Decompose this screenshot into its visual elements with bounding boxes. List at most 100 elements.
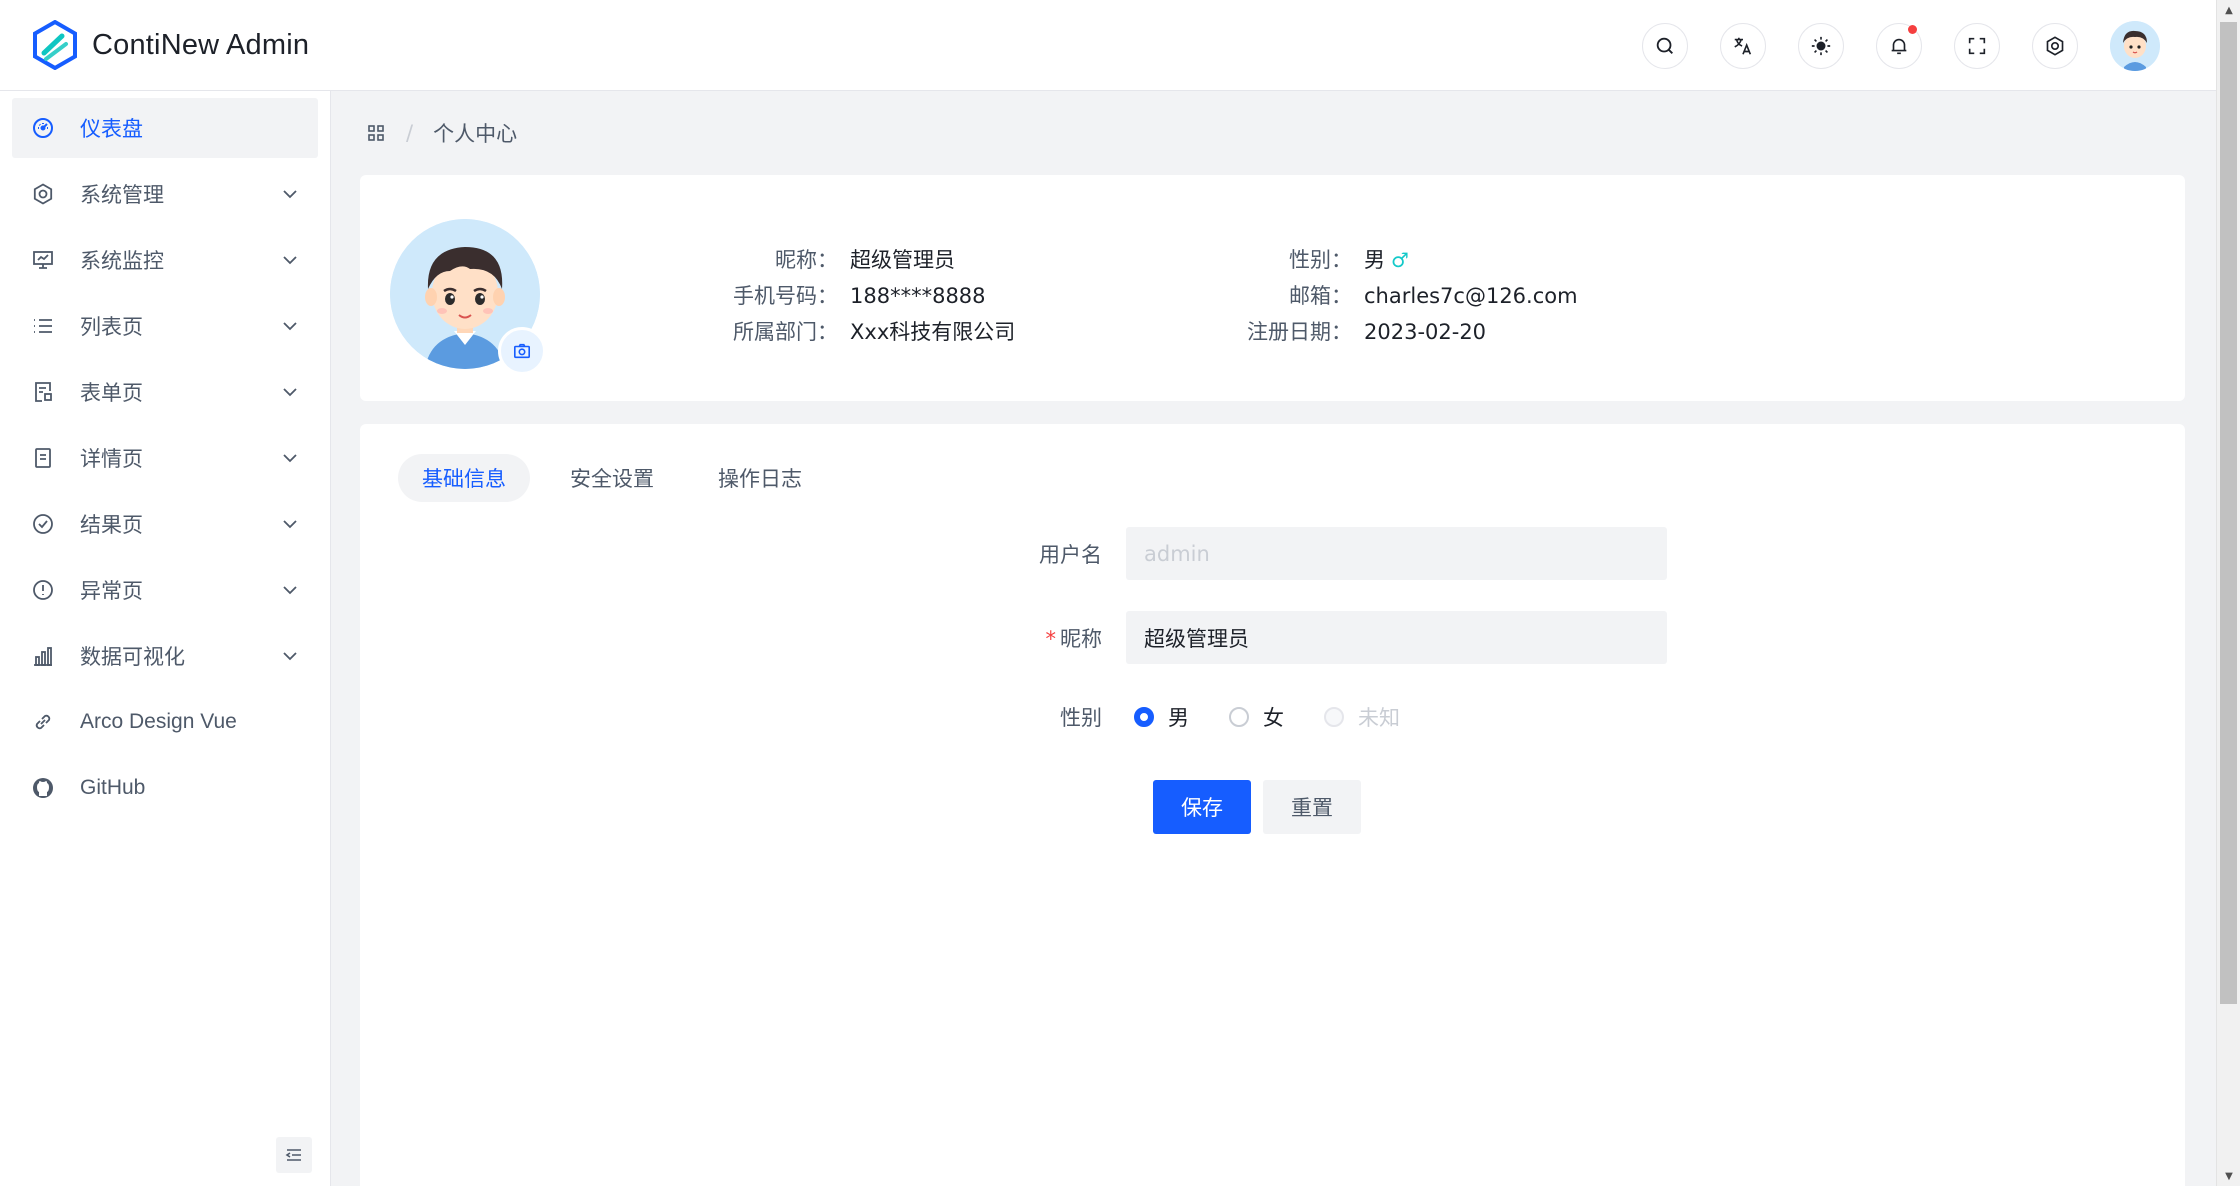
- sidebar-item-label: Arco Design Vue: [80, 710, 237, 733]
- window-scrollbar[interactable]: ▲ ▼: [2216, 0, 2240, 1186]
- radio-circle: [1134, 707, 1154, 727]
- sidebar-item-system-management[interactable]: 系统管理: [12, 164, 318, 224]
- save-button[interactable]: 保存: [1153, 780, 1251, 834]
- apps-icon[interactable]: [366, 123, 386, 143]
- logo[interactable]: ContiNew Admin: [32, 20, 309, 70]
- sidebar-item-label: 数据可视化: [80, 646, 185, 669]
- search-icon: [1656, 37, 1673, 54]
- gear-icon: [30, 181, 56, 207]
- sidebar-item-github[interactable]: GitHub: [12, 758, 318, 818]
- tab-basic-info[interactable]: 基础信息: [398, 454, 530, 502]
- breadcrumb-separator: /: [406, 121, 414, 145]
- sidebar-item-system-monitor[interactable]: 系统监控: [12, 230, 318, 290]
- department-label: 所属部门：: [733, 320, 838, 344]
- notification-icon: [1891, 38, 1907, 54]
- link-icon: [30, 709, 56, 735]
- sidebar: 仪表盘 系统管理 系统监控 列表页 表单页 详情页 结果页 异常页 数据可视化 …: [0, 91, 331, 1186]
- sidebar-item-detail-page[interactable]: 详情页: [12, 428, 318, 488]
- nickname-input[interactable]: 超级管理员: [1126, 611, 1667, 664]
- profile-card: 昵称： 超级管理员 手机号码： 188****8888 所属部门： Xxx科技有限公司…: [360, 175, 2185, 401]
- nickname-value: 超级管理员: [850, 248, 955, 272]
- exclamation-circle-icon: [30, 577, 56, 603]
- user-avatar[interactable]: [2110, 20, 2160, 71]
- app-title: ContiNew Admin: [92, 28, 310, 61]
- theme-button[interactable]: [1798, 22, 1844, 69]
- radio-circle: [1324, 707, 1344, 727]
- sidebar-item-dashboard[interactable]: 仪表盘: [12, 98, 318, 158]
- username-input[interactable]: admin: [1126, 527, 1667, 580]
- username-row: 用户名 admin: [986, 527, 1667, 580]
- notification-dot: [1908, 24, 1917, 34]
- theme-icon: [1811, 36, 1831, 55]
- tab-security-settings[interactable]: 安全设置: [546, 454, 678, 502]
- fullscreen-button[interactable]: [1954, 22, 2000, 69]
- bar-chart-icon: [30, 643, 56, 669]
- breadcrumb-current: 个人中心: [433, 122, 518, 146]
- fullscreen-icon: [1968, 37, 1986, 54]
- radio-circle: [1229, 707, 1249, 727]
- check-circle-icon: [30, 511, 56, 537]
- menu-fold-icon: [285, 1149, 301, 1161]
- email-label: 邮箱：: [1289, 284, 1352, 308]
- chevron-down-icon: [283, 388, 297, 397]
- sidebar-item-label: 仪表盘: [80, 118, 143, 141]
- reset-button[interactable]: 重置: [1263, 780, 1361, 834]
- scroll-thumb[interactable]: [2220, 22, 2237, 1004]
- scroll-down-arrow[interactable]: ▼: [2217, 1166, 2240, 1186]
- sidebar-item-label: 系统管理: [80, 184, 164, 207]
- list-icon: [30, 313, 56, 339]
- settings-card: 基础信息 安全设置 操作日志 用户名 admin * 昵称 超级管理员 性别 男 …: [360, 424, 2185, 1186]
- logo-icon: [33, 20, 77, 70]
- radio-label: 未知: [1358, 706, 1400, 730]
- tabs: 基础信息 安全设置 操作日志: [398, 454, 842, 502]
- tab-operation-log[interactable]: 操作日志: [694, 454, 826, 502]
- sidebar-item-label: 系统监控: [80, 250, 164, 273]
- email-value: charles7c@126.com: [1364, 284, 1578, 308]
- sidebar-item-list-page[interactable]: 列表页: [12, 296, 318, 356]
- avatar-icon: [2110, 20, 2160, 71]
- nickname-label-text: 昵称: [1060, 626, 1102, 651]
- sidebar-item-label: 详情页: [80, 448, 143, 471]
- gender-value: 男 ♂: [1364, 242, 1409, 278]
- translate-icon: [1734, 37, 1752, 55]
- required-mark: *: [1045, 626, 1057, 651]
- male-icon: ♂: [1391, 248, 1409, 272]
- phone-label: 手机号码：: [733, 284, 838, 308]
- monitor-icon: [30, 247, 56, 273]
- sidebar-item-arco-design-vue[interactable]: Arco Design Vue: [12, 692, 318, 752]
- scroll-up-arrow[interactable]: ▲: [2217, 0, 2240, 20]
- gender-text: 男: [1364, 248, 1385, 272]
- sidebar-collapse-button[interactable]: [276, 1137, 312, 1173]
- gender-radio-male[interactable]: 男: [1134, 702, 1189, 732]
- department-value: Xxx科技有限公司: [850, 320, 1016, 344]
- sidebar-item-exception-page[interactable]: 异常页: [12, 560, 318, 620]
- sidebar-item-label: 表单页: [80, 382, 143, 405]
- sidebar-item-data-visualization[interactable]: 数据可视化: [12, 626, 318, 686]
- phone-value: 188****8888: [850, 284, 986, 308]
- chevron-down-icon: [283, 322, 297, 331]
- chevron-down-icon: [283, 652, 297, 661]
- register-date-label: 注册日期：: [1247, 320, 1352, 344]
- chevron-down-icon: [283, 256, 297, 265]
- sidebar-item-form-page[interactable]: 表单页: [12, 362, 318, 422]
- file-icon: [30, 445, 56, 471]
- chevron-down-icon: [283, 190, 297, 199]
- settings-button[interactable]: [2032, 22, 2078, 69]
- search-button[interactable]: [1642, 22, 1688, 69]
- profile-info-left: 昵称： 超级管理员 手机号码： 188****8888 所属部门： Xxx科技有限公司: [720, 242, 1015, 350]
- upload-avatar-button[interactable]: [498, 327, 546, 375]
- sidebar-item-result-page[interactable]: 结果页: [12, 494, 318, 554]
- notification-button[interactable]: [1876, 22, 1922, 69]
- sidebar-item-label: 列表页: [80, 316, 143, 339]
- form-icon: [30, 379, 56, 405]
- radio-label: 女: [1263, 706, 1284, 730]
- chevron-down-icon: [283, 520, 297, 529]
- gender-label: 性别：: [1289, 248, 1352, 272]
- nickname-row: * 昵称 超级管理员: [986, 611, 1667, 664]
- gender-radio-female[interactable]: 女: [1229, 702, 1284, 732]
- username-label: 用户名: [1039, 542, 1102, 567]
- language-button[interactable]: [1720, 22, 1766, 69]
- sidebar-item-label: 异常页: [80, 580, 143, 603]
- gender-radio-unknown: 未知: [1324, 702, 1400, 732]
- settings-icon: [2046, 35, 2064, 56]
